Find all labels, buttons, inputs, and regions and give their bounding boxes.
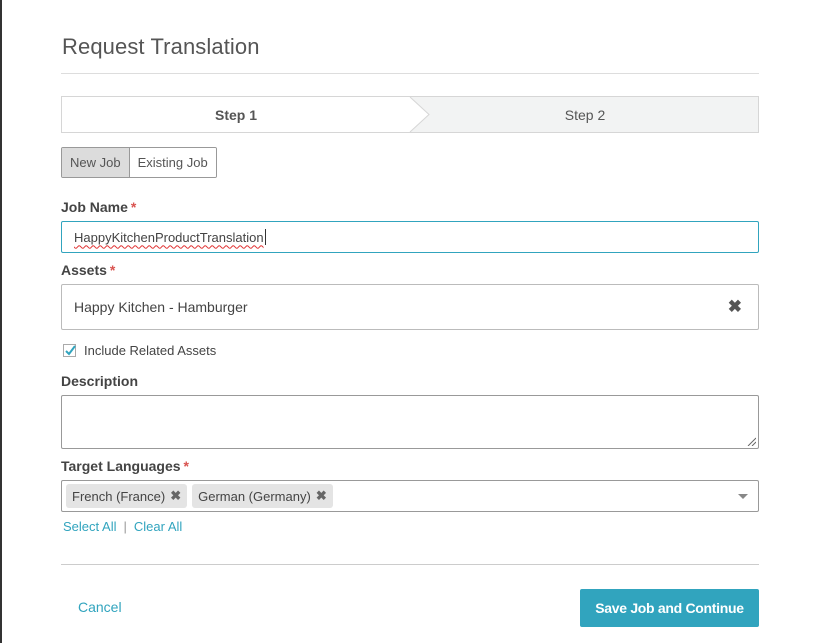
job-type-toggle: New Job Existing Job: [61, 147, 217, 178]
include-related-label: Include Related Assets: [84, 343, 217, 358]
dialog-title: Request Translation: [62, 34, 260, 59]
language-chip-label: German (Germany): [198, 488, 311, 504]
include-related-assets[interactable]: Include Related Assets: [63, 343, 216, 358]
cancel-button[interactable]: Cancel: [78, 599, 122, 615]
description-label: Description: [61, 373, 139, 389]
step-wizard: Step 1 Step 2: [61, 96, 759, 133]
chevron-down-icon[interactable]: [738, 494, 748, 499]
assets-field[interactable]: Happy Kitchen - Hamburger ✖: [61, 284, 759, 330]
assets-label-text: Assets: [61, 262, 107, 278]
checkmark-icon: [65, 345, 76, 356]
target-languages-label: Target Languages *: [61, 458, 189, 474]
job-name-input[interactable]: HappyKitchenProductTranslation: [61, 221, 759, 253]
clear-all-link[interactable]: Clear All: [134, 519, 182, 534]
required-marker: *: [130, 199, 137, 215]
job-name-label-text: Job Name: [61, 199, 128, 215]
description-textarea[interactable]: [61, 395, 759, 449]
request-translation-dialog: Request Translation Step 1 Step 2 New Jo…: [2, 0, 816, 643]
footer-divider: [61, 564, 759, 565]
include-related-checkbox[interactable]: [63, 344, 76, 357]
text-caret: [264, 229, 266, 245]
select-all-link[interactable]: Select All: [63, 519, 116, 534]
assets-label: Assets *: [61, 262, 115, 278]
title-divider: [61, 73, 759, 74]
remove-chip-icon[interactable]: ✖: [316, 488, 327, 504]
step-2[interactable]: Step 2: [432, 97, 758, 132]
step-arrow-icon: [407, 97, 430, 132]
required-marker: *: [183, 458, 189, 474]
resize-grip-icon[interactable]: [747, 437, 756, 446]
link-separator: |: [123, 519, 127, 534]
language-chip-label: French (France): [72, 488, 166, 504]
target-languages-select[interactable]: French (France) ✖ German (Germany) ✖: [61, 480, 759, 512]
language-quick-actions: Select All | Clear All: [63, 519, 182, 534]
job-name-label: Job Name *: [61, 199, 136, 215]
new-job-button[interactable]: New Job: [62, 148, 130, 177]
remove-chip-icon[interactable]: ✖: [170, 488, 181, 504]
assets-value: Happy Kitchen - Hamburger: [74, 299, 248, 315]
existing-job-button[interactable]: Existing Job: [129, 148, 216, 177]
language-chip: German (Germany) ✖: [192, 484, 333, 508]
save-job-and-continue-button[interactable]: Save Job and Continue: [580, 589, 759, 627]
language-chip: French (France) ✖: [66, 484, 188, 508]
step-1[interactable]: Step 1: [62, 97, 410, 132]
target-languages-label-text: Target Languages: [61, 458, 181, 474]
job-name-value: HappyKitchenProductTranslation: [74, 229, 264, 245]
required-marker: *: [109, 262, 116, 278]
close-icon[interactable]: ✖: [728, 297, 742, 317]
